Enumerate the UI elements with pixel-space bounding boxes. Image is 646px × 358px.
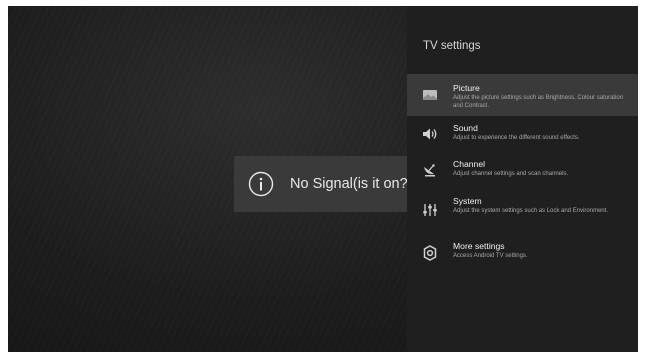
- menu-item-label: More settings: [453, 241, 505, 251]
- info-icon: [248, 171, 274, 197]
- menu-item-description: Access Android TV settings.: [453, 253, 528, 259]
- menu-item-description: Adjust the system settings such as Lock …: [453, 208, 609, 214]
- tv-screen: No Signal(is it on?) TV settings Picture…: [8, 6, 638, 352]
- menu-item-description: Adjust to experience the different sound…: [453, 135, 580, 141]
- menu-item-description: Adjust the picture settings such as Brig…: [453, 95, 624, 109]
- menu-item-sound[interactable]: Sound Adjust to experience the different…: [407, 118, 638, 152]
- menu-item-system[interactable]: System Adjust the system settings such a…: [407, 192, 638, 230]
- no-signal-overlay: No Signal(is it on?): [234, 156, 413, 212]
- no-signal-message: No Signal(is it on?): [290, 176, 413, 192]
- menu-item-label: System: [453, 196, 482, 206]
- sliders-icon: [423, 204, 437, 216]
- picture-icon: [423, 90, 437, 100]
- menu-item-channel[interactable]: Channel Adjust channel settings and scan…: [407, 154, 638, 188]
- menu-item-label: Sound: [453, 123, 478, 133]
- menu-item-label: Picture: [453, 83, 480, 93]
- speaker-icon: [423, 128, 437, 140]
- menu-item-picture[interactable]: Picture Adjust the picture settings such…: [407, 74, 638, 116]
- menu-item-label: Channel: [453, 159, 486, 169]
- gear-icon: [423, 245, 437, 261]
- menu-item-more-settings[interactable]: More settings Access Android TV settings…: [407, 236, 638, 270]
- satellite-dish-icon: [424, 164, 435, 177]
- menu-item-description: Adjust channel settings and scan channel…: [453, 171, 569, 177]
- panel-title: TV settings: [423, 40, 481, 52]
- tv-settings-panel: TV settings Picture Adjust the picture s…: [407, 6, 638, 352]
